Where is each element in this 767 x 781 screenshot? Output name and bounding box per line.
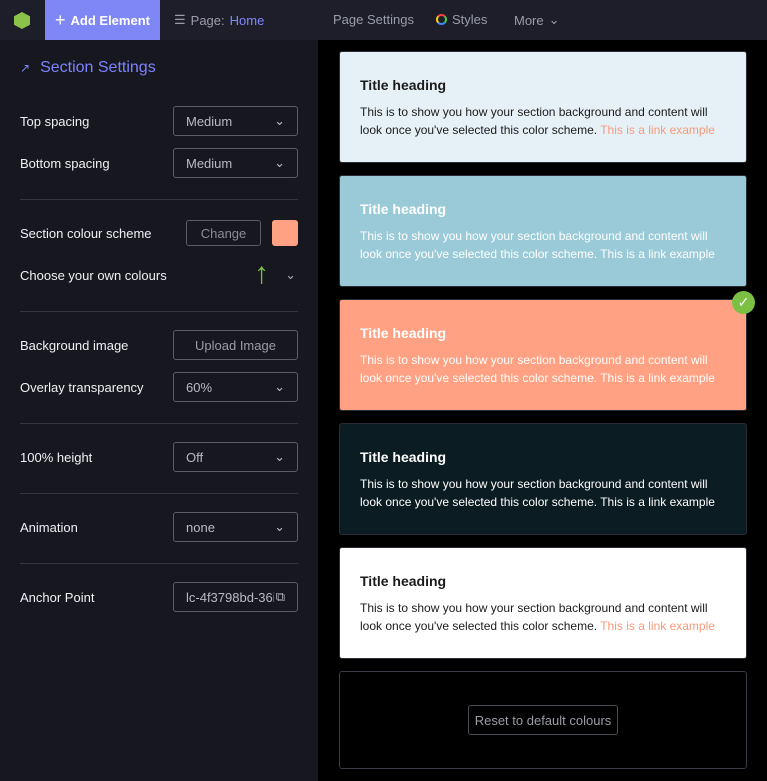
color-scheme-card[interactable]: Title heading This is to show you how you… (339, 51, 747, 163)
colour-scheme-label: Section colour scheme (20, 225, 152, 241)
color-scheme-card[interactable]: Title heading This is to show you how you… (339, 175, 747, 287)
divider (20, 423, 298, 424)
logo-icon[interactable] (14, 12, 30, 29)
scheme-text: This is to show you how your section bac… (360, 351, 726, 387)
scheme-title: Title heading (360, 77, 447, 93)
bottom-spacing-select[interactable]: Medium ⌄ (173, 148, 298, 178)
external-link-icon: ↗ (20, 61, 31, 75)
section-settings-title: ↗ Section Settings (20, 59, 156, 76)
reset-area: Reset to default colours (339, 671, 747, 769)
scheme-link[interactable]: This is a link example (600, 247, 715, 261)
copy-icon[interactable]: ⧉ (276, 589, 285, 605)
section-settings-panel: ↗ Section Settings Top spacing Medium ⌄ Bot… (0, 40, 318, 781)
chevron-down-icon: ⌄ (274, 155, 285, 170)
top-spacing-label: Top spacing (20, 113, 90, 129)
anchor-label: Anchor Point (20, 589, 95, 605)
scheme-title: Title heading (360, 449, 447, 465)
scheme-title: Title heading (360, 573, 447, 589)
color-scheme-card[interactable]: Title heading This is to show you how you… (339, 423, 747, 535)
chevron-down-icon[interactable]: ⌄ (285, 267, 296, 283)
chevron-down-icon: ⌄ (274, 449, 285, 464)
chevron-down-icon: ⌄ (274, 379, 285, 394)
divider (20, 311, 298, 312)
page-selector[interactable]: ☰ Page: Home (174, 12, 264, 28)
selected-check-icon: ✓ (732, 291, 755, 314)
change-scheme-button[interactable]: Change (186, 220, 261, 246)
reset-colours-button[interactable]: Reset to default colours (468, 705, 618, 735)
more-menu[interactable]: More ⌄ (514, 12, 560, 28)
plus-icon: + (55, 9, 66, 30)
scheme-link[interactable]: This is a link example (600, 371, 715, 385)
overlay-label: Overlay transparency (20, 379, 144, 395)
scheme-text: This is to show you how your section bac… (360, 103, 726, 139)
chevron-down-icon: ⌄ (274, 519, 285, 534)
scheme-text: This is to show you how your section bac… (360, 599, 726, 635)
chevron-down-icon: ⌄ (548, 12, 560, 27)
background-image-label: Background image (20, 337, 129, 353)
divider (20, 563, 298, 564)
color-scheme-card[interactable]: Title heading This is to show you how you… (339, 547, 747, 659)
bottom-spacing-label: Bottom spacing (20, 155, 110, 171)
add-element-button[interactable]: + Add Element (45, 0, 160, 40)
arrow-up-icon: ↑ (254, 257, 269, 290)
anchor-input[interactable]: lc-4f3798bd-36i ⧉ (173, 582, 298, 612)
scheme-title: Title heading (360, 201, 447, 217)
scheme-text: This is to show you how your section bac… (360, 227, 726, 263)
scheme-text: This is to show you how your section bac… (360, 475, 726, 511)
animation-label: Animation (20, 519, 78, 535)
scheme-title: Title heading (360, 325, 447, 341)
top-spacing-select[interactable]: Medium ⌄ (173, 106, 298, 136)
height-label: 100% height (20, 449, 93, 465)
overlay-select[interactable]: 60% ⌄ (173, 372, 298, 402)
scheme-swatch[interactable] (272, 220, 298, 246)
menu-icon: ☰ (174, 12, 186, 27)
height-select[interactable]: Off ⌄ (173, 442, 298, 472)
scheme-link[interactable]: This is a link example (600, 123, 715, 137)
chevron-down-icon: ⌄ (274, 113, 285, 128)
page-settings-link[interactable]: Page Settings (333, 12, 414, 27)
own-colours-label: Choose your own colours (20, 267, 167, 283)
scheme-link[interactable]: This is a link example (600, 495, 715, 509)
upload-image-button[interactable]: Upload Image (173, 330, 298, 360)
styles-link[interactable]: Styles (436, 12, 487, 27)
animation-select[interactable]: none ⌄ (173, 512, 298, 542)
color-scheme-card[interactable]: Title heading This is to show you how you… (339, 299, 747, 411)
top-bar: + Add Element ☰ Page: Home Page Settings St… (0, 0, 767, 40)
scheme-link[interactable]: This is a link example (600, 619, 715, 633)
color-wheel-icon (436, 14, 447, 25)
divider (20, 199, 298, 200)
divider (20, 493, 298, 494)
